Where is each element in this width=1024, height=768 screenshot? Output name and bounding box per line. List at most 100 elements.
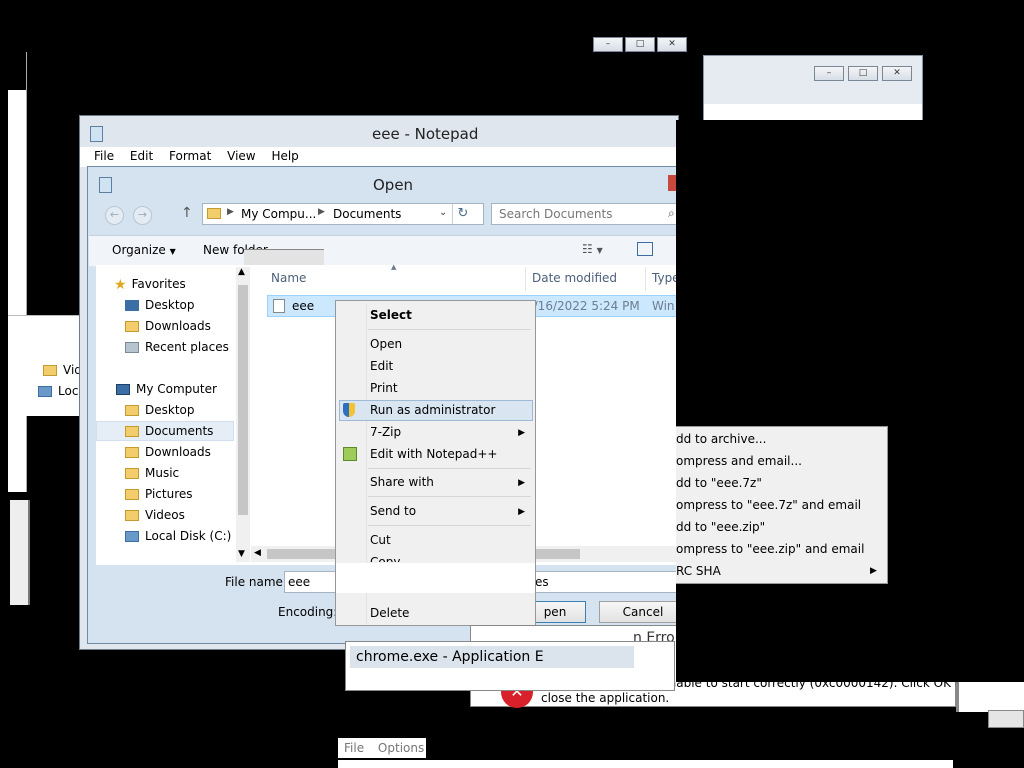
bottom-window-content [338,760,953,768]
bottom-window: File Options [338,738,953,768]
menu-item-7zip[interactable]: 7-Zip [370,422,401,442]
refresh-button[interactable]: ↻ [452,204,473,224]
minimize-button[interactable]: – [814,66,844,81]
up-button[interactable]: ↑ [181,205,193,221]
menu-format[interactable]: Format [169,149,211,163]
drive-icon [125,531,139,542]
preview-pane-icon[interactable] [637,242,653,256]
submenu-add-to-7z[interactable]: dd to "eee.7z" [676,473,762,493]
nav-computer-local-disk[interactable]: Local Disk (C:) [125,526,231,546]
desktop-icon [125,300,139,311]
nav-computer-desktop[interactable]: Desktop [125,400,195,420]
background-window-left [8,52,27,492]
menu-separator [368,496,531,497]
column-date-modified[interactable]: Date modified [532,271,617,285]
sort-arrow-icon: ▲ [391,263,397,271]
error-dialog-right-button[interactable] [988,710,1024,728]
menu-separator [368,329,531,330]
menu-item-open[interactable]: Open [370,334,402,354]
scroll-down-arrow-icon[interactable]: ▼ [238,549,245,559]
menu-item-copy[interactable]: Copy [370,552,400,562]
nav-favorites-desktop[interactable]: Desktop [125,295,195,315]
scroll-left-arrow-icon[interactable]: ◀ [254,548,261,558]
folder-icon [43,365,57,376]
error-dialog-titlebar: chrome.exe - Application E [345,641,675,691]
nav-computer-downloads[interactable]: Downloads [125,442,211,462]
breadcrumb-my-computer[interactable]: My Compu... [241,207,316,221]
computer-icon [116,384,130,395]
nav-my-computer[interactable]: My Computer [116,379,217,399]
nav-favorites-downloads[interactable]: Downloads [125,316,211,336]
minimize-button[interactable]: – [593,37,623,52]
menu-item-send-to[interactable]: Send to [370,501,416,521]
forward-button[interactable]: → [133,206,152,225]
menu-item-delete[interactable]: Delete [370,603,409,623]
folder-icon [125,468,139,479]
chevron-down-icon[interactable]: ⌄ [439,207,447,218]
background-window-left-frame [0,0,26,90]
nav-computer-pictures[interactable]: Pictures [125,484,193,504]
chevron-down-icon: ▼ [169,247,176,256]
maximize-button[interactable]: □ [848,66,878,81]
scroll-up-arrow-icon[interactable]: ▲ [238,267,245,277]
error-dialog-right-edge [956,682,1024,712]
submenu-compress-to-zip-email[interactable]: ompress to "eee.zip" and email [676,539,864,559]
menu-item-share-with[interactable]: Share with [370,472,434,492]
uac-shield-icon [343,403,355,417]
menu-help[interactable]: Help [271,149,298,163]
close-button[interactable]: ✕ [657,37,687,52]
menu-item-edit-with-notepadpp[interactable]: Edit with Notepad++ [370,444,497,464]
notepad-title: eee - Notepad [372,125,479,143]
submenu-compress-to-7z-email[interactable]: ompress to "eee.7z" and email [676,495,861,515]
menu-item-print[interactable]: Print [370,378,398,398]
nav-favorites[interactable]: ★ Favorites [114,274,186,294]
menu-item-select[interactable]: Select [370,305,412,325]
organize-button[interactable]: Organize ▼ [112,243,176,257]
search-icon: ⌕ [668,206,675,220]
submenu-add-to-zip[interactable]: dd to "eee.zip" [676,517,765,537]
nav-computer-music[interactable]: Music [125,463,179,483]
column-divider [645,267,646,291]
submenu-crc-sha[interactable]: RC SHA [676,561,721,581]
menu-options[interactable]: Options [378,741,424,755]
nav-computer-videos[interactable]: Videos [125,505,185,525]
back-button[interactable]: ← [105,206,124,225]
nav-scrollbar[interactable]: ▲ ▼ [236,267,250,562]
cancel-button[interactable]: Cancel [599,601,687,623]
folder-icon [125,405,139,416]
background-window-right: – □ ✕ [703,55,923,126]
recent-places-icon [125,342,139,353]
view-options-icon[interactable]: ☷ ▼ [582,242,603,256]
submenu-compress-and-email[interactable]: ompress and email... [676,451,802,471]
menu-item-edit[interactable]: Edit [370,356,393,376]
folder-icon [207,208,221,219]
breadcrumb-documents[interactable]: Documents [333,207,401,221]
nav-recent-places[interactable]: Recent places [125,337,229,357]
nav-computer-documents[interactable]: Documents [125,421,213,441]
submenu-add-to-archive[interactable]: dd to archive... [676,429,766,449]
text-file-icon [273,299,285,313]
notepad-plus-plus-icon [343,447,357,461]
column-name[interactable]: Name [271,271,306,285]
error-dialog-cover [676,625,1024,682]
left-window-item-local[interactable]: Loc [38,384,78,398]
star-icon: ★ [114,276,127,293]
bottom-window-menu: File Options [338,738,426,758]
folder-icon [125,426,139,437]
breadcrumb-arrow-icon: ▶ [227,207,234,217]
search-input[interactable]: Search Documents ⌕ [491,203,680,225]
maximize-button[interactable]: □ [625,37,655,52]
submenu-arrow-icon: ▶ [518,507,525,517]
close-button[interactable]: ✕ [882,66,912,81]
menu-file[interactable]: File [344,741,364,755]
address-bar[interactable]: ▶ My Compu... ▶ Documents ⌄ [202,203,484,225]
left-window-bottom [10,500,30,605]
menu-view[interactable]: View [227,149,255,163]
scroll-thumb[interactable] [238,285,248,515]
menu-file[interactable]: File [94,149,114,163]
menu-item-cut[interactable]: Cut [370,530,391,550]
error-dialog-title: chrome.exe - Application E [350,646,634,668]
menu-edit[interactable]: Edit [130,149,153,163]
breadcrumb-arrow-icon: ▶ [318,207,325,217]
menu-item-run-as-administrator[interactable]: Run as administrator [370,400,495,420]
